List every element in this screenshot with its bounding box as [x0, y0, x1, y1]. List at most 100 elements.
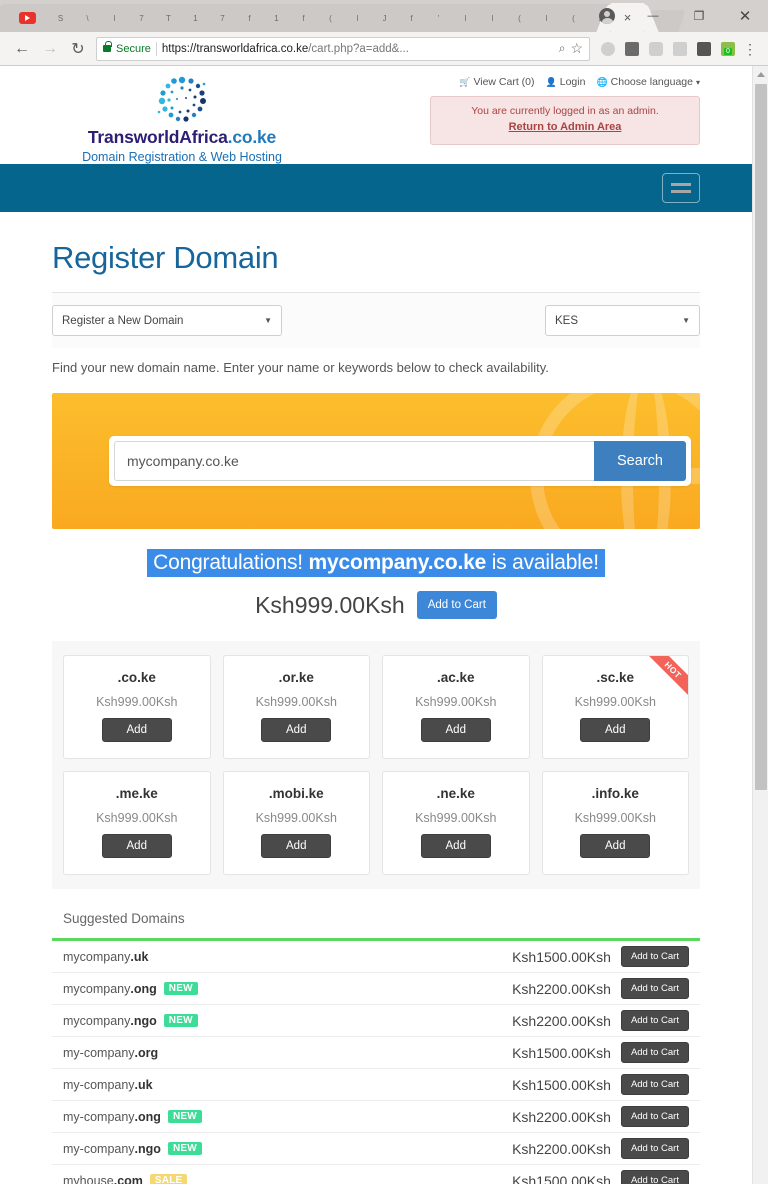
lock-icon	[103, 41, 112, 52]
film-extension-icon[interactable]	[697, 41, 711, 56]
suggested-domain-sld: my-company	[63, 1077, 135, 1092]
url-text: https://transworldafrica.co.ke/cart.php?…	[162, 43, 554, 55]
suggested-domain-price: Ksh1500.00Ksh	[512, 948, 611, 965]
suggested-domain-label: my-company.ngo	[63, 1142, 161, 1156]
tld-add-button[interactable]: Add	[580, 718, 651, 742]
suggested-domain-sld: my-company	[63, 1141, 135, 1156]
add-to-cart-main-button[interactable]: Add to Cart	[416, 591, 497, 619]
return-to-admin-link[interactable]: Return to Admin Area	[441, 120, 689, 136]
shield-extension-icon[interactable]	[649, 41, 663, 56]
suggested-domain-tld: .uk	[134, 1077, 153, 1092]
skype-extension-icon[interactable]	[601, 41, 615, 56]
header-link-view[interactable]: 🛒 View Cart (0)	[459, 76, 534, 88]
header-links: 🛒 View Cart (0) 👤 Login 🌐 Choose language ▾	[430, 76, 700, 88]
tld-add-button[interactable]: Add	[261, 834, 332, 858]
tld-add-button[interactable]: Add	[420, 834, 491, 858]
suggested-domain-name: my-company.ngo NEW	[63, 1142, 481, 1156]
header-utility-area: 🛒 View Cart (0) 👤 Login 🌐 Choose language ▾ Yo…	[430, 76, 700, 146]
suggested-domain-sld: my-company	[63, 1045, 135, 1060]
maximize-button[interactable]: ❐	[676, 0, 722, 32]
suggested-domain-label: my-company.uk	[63, 1078, 153, 1092]
browser-menu-button[interactable]: ⋮	[740, 39, 760, 59]
tld-price: Ksh999.00Ksh	[255, 811, 337, 825]
chevron-down-icon: ▾	[695, 77, 700, 87]
scrollbar-thumb[interactable]	[755, 84, 767, 790]
tld-add-button[interactable]: Add	[580, 834, 651, 858]
suggested-domain-row: mycompany.uk Ksh1500.00Ksh Add to Cart	[52, 941, 700, 973]
browser-tab-title: (	[572, 13, 575, 23]
hamburger-bar	[671, 183, 691, 186]
zoom-icon[interactable]: ⌕	[559, 41, 566, 56]
header-link-label: Choose language	[610, 76, 693, 88]
tld-add-button[interactable]: Add	[101, 718, 172, 742]
suggested-domain-sld: my-company	[63, 1109, 135, 1124]
suggested-add-to-cart-button[interactable]: Add to Cart	[620, 1170, 689, 1184]
suggested-add-to-cart-button[interactable]: Add to Cart	[620, 1138, 689, 1159]
currency-select[interactable]: KES ▼	[545, 305, 700, 336]
suggested-domain-sld: mycompany	[63, 1013, 131, 1028]
browser-tab-title: l	[545, 13, 548, 23]
page-title: Register Domain	[52, 240, 279, 275]
browser-window: S\l7T17f1f(lJf'll(l(J× — ❐ ✕ ← → ↻ Secur…	[0, 0, 768, 1184]
profile-avatar-icon[interactable]	[584, 0, 630, 32]
nav-toggle-button[interactable]	[662, 173, 700, 203]
tld-price: Ksh999.00Ksh	[96, 695, 178, 709]
site-logo[interactable]: TransworldAfrica.co.ke Domain Registrati…	[52, 74, 312, 164]
search-button[interactable]: Search	[594, 441, 686, 481]
main-content: Register Domain Register a New Domain ▼ …	[0, 212, 752, 1184]
extension-badge: 0	[724, 47, 732, 55]
suggested-domain-label: mycompany.ngo	[63, 1014, 157, 1028]
browser-tab-title: l	[491, 13, 494, 23]
bookmark-star-icon[interactable]: ☆	[570, 40, 583, 57]
browser-tab-title: l	[464, 13, 467, 23]
congrats-prefix: Congratulations!	[153, 551, 309, 574]
suggested-add-to-cart-button[interactable]: Add to Cart	[620, 946, 689, 967]
scroll-up-arrow-icon[interactable]	[753, 66, 768, 82]
domain-action-select[interactable]: Register a New Domain ▼	[52, 305, 282, 336]
tld-add-button[interactable]: Add	[420, 718, 491, 742]
suggested-domain-tld: .ngo	[134, 1141, 161, 1156]
tld-name: .ne.ke	[436, 786, 475, 801]
video-downloader-extension-icon[interactable]: 0	[721, 41, 735, 56]
header-link-login[interactable]: 👤 Login	[546, 76, 586, 88]
domain-search-box: Search	[109, 436, 691, 486]
browser-tab-title: f	[410, 13, 413, 23]
suggested-domain-label: myhouse.com	[63, 1174, 143, 1184]
suggested-domain-row: my-company.uk Ksh1500.00Ksh Add to Cart	[52, 1069, 700, 1101]
minimize-button[interactable]: —	[630, 0, 676, 32]
suggested-domain-name: my-company.org	[63, 1046, 481, 1060]
tld-name: .or.ke	[278, 670, 314, 685]
suggested-domain-row: my-company.ong NEW Ksh2200.00Ksh Add to Car…	[52, 1101, 700, 1133]
suggested-add-to-cart-button[interactable]: Add to Cart	[620, 978, 689, 999]
suggested-add-to-cart-button[interactable]: Add to Cart	[620, 1074, 689, 1095]
suggested-domain-price: Ksh1500.00Ksh	[512, 1172, 611, 1184]
main-price-row: Ksh999.00Ksh Add to Cart	[52, 577, 700, 641]
suggested-domain-price: Ksh1500.00Ksh	[512, 1044, 611, 1061]
back-button[interactable]: ←	[8, 35, 36, 63]
address-bar[interactable]: Secure https://transworldafrica.co.ke/ca…	[96, 36, 590, 61]
close-window-button[interactable]: ✕	[722, 0, 768, 32]
page-scrollbar[interactable]	[752, 66, 768, 1184]
reload-button[interactable]: ↻	[64, 35, 92, 63]
suggested-add-to-cart-button[interactable]: Add to Cart	[620, 1010, 689, 1031]
browser-tab-title: 1	[193, 13, 198, 23]
suggested-domain-label: my-company.org	[63, 1046, 158, 1060]
user-icon: 👤	[545, 76, 557, 87]
tld-grid: .co.ke Ksh999.00Ksh Add .or.ke Ksh999.00Ksh A…	[52, 641, 700, 889]
header-link-choose[interactable]: 🌐 Choose language ▾	[596, 76, 700, 88]
youtube-icon	[18, 12, 36, 24]
rss-extension-icon[interactable]	[673, 41, 687, 56]
suggested-add-to-cart-button[interactable]: Add to Cart	[620, 1106, 689, 1127]
header-link-label: Login	[559, 76, 586, 88]
suggested-add-to-cart-button[interactable]: Add to Cart	[620, 1042, 689, 1063]
site-header: TransworldAfrica.co.ke Domain Registrati…	[0, 66, 752, 164]
forward-button[interactable]: →	[36, 35, 64, 63]
malwarebytes-extension-icon[interactable]	[625, 41, 639, 56]
domain-search-input[interactable]	[114, 441, 594, 481]
site-navbar	[0, 164, 752, 212]
tld-add-button[interactable]: Add	[261, 718, 332, 742]
tld-name: .co.ke	[117, 670, 156, 685]
suggested-domain-tld: .org	[134, 1045, 159, 1060]
browser-tab-title: f	[302, 13, 305, 23]
tld-add-button[interactable]: Add	[101, 834, 172, 858]
